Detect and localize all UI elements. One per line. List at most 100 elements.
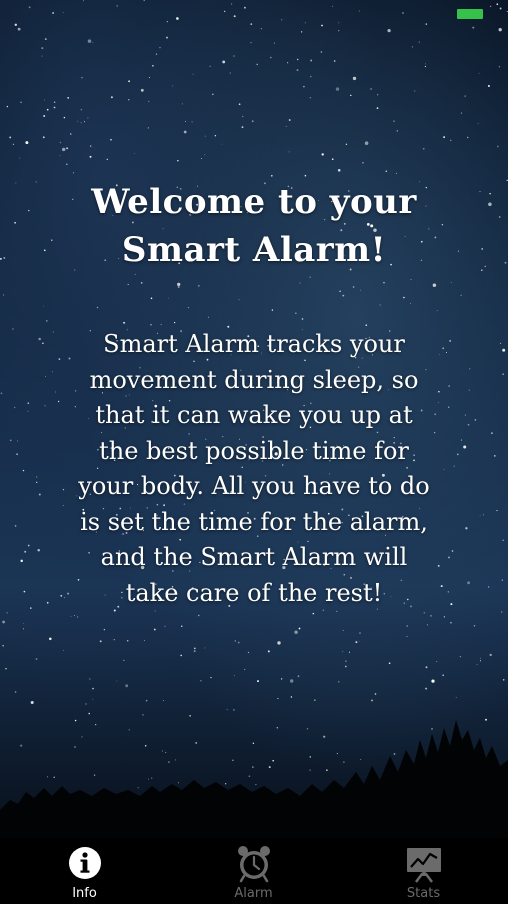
description-line: is set the time for the alarm,: [80, 507, 428, 536]
star: [164, 625, 166, 627]
star: [459, 655, 462, 658]
star: [411, 46, 413, 48]
star: [277, 641, 281, 645]
star: [385, 170, 388, 173]
star: [345, 143, 348, 145]
star: [80, 122, 82, 124]
star: [20, 559, 23, 563]
star: [193, 650, 196, 653]
star: [423, 611, 426, 614]
star: [498, 28, 502, 32]
star: [44, 99, 46, 101]
star: [338, 681, 340, 683]
star: [364, 141, 369, 145]
star: [455, 697, 457, 698]
star: [333, 60, 336, 62]
star: [14, 691, 17, 693]
star: [198, 285, 200, 287]
star: [443, 616, 445, 618]
star: [181, 103, 183, 105]
star: [233, 55, 235, 57]
star: [103, 628, 106, 631]
star: [116, 680, 118, 682]
description-line: movement during sleep, so: [89, 365, 419, 394]
star: [410, 302, 411, 304]
star: [184, 120, 186, 122]
star: [288, 151, 290, 153]
star: [496, 145, 499, 148]
star: [502, 679, 505, 681]
star: [14, 525, 17, 527]
star: [46, 108, 49, 111]
star: [309, 276, 311, 278]
star: [432, 283, 437, 287]
star: [338, 30, 340, 32]
star: [25, 141, 29, 145]
star: [301, 318, 304, 320]
star: [352, 76, 357, 81]
star: [270, 174, 273, 177]
star: [222, 60, 226, 64]
star: [286, 62, 289, 64]
tab-alarm[interactable]: Alarm: [169, 838, 338, 904]
star: [127, 99, 130, 101]
star: [148, 100, 150, 102]
star: [221, 143, 223, 145]
star: [479, 660, 482, 662]
star: [6, 105, 9, 108]
star: [297, 675, 300, 678]
star: [426, 624, 428, 626]
star: [106, 158, 109, 161]
star: [344, 665, 347, 668]
star: [160, 323, 162, 325]
star: [70, 133, 72, 135]
tab-info[interactable]: Info: [0, 838, 169, 904]
star: [41, 47, 44, 50]
star: [140, 88, 144, 92]
star: [77, 616, 79, 618]
tab-stats[interactable]: Stats: [339, 838, 508, 904]
star: [477, 123, 479, 125]
star: [476, 663, 478, 666]
star: [342, 294, 345, 297]
star: [280, 678, 283, 680]
star: [431, 679, 435, 683]
welcome-title-line: Smart Alarm!: [121, 230, 387, 270]
star: [336, 610, 338, 612]
star: [395, 172, 397, 174]
star: [87, 39, 92, 43]
star: [393, 120, 395, 123]
star: [191, 121, 193, 123]
star: [379, 304, 381, 306]
tab-alarm-label: Alarm: [234, 886, 273, 901]
star: [359, 632, 361, 634]
star: [310, 59, 313, 62]
star: [493, 454, 496, 457]
star: [489, 192, 491, 195]
description-line: take care of the rest!: [125, 578, 383, 607]
star: [201, 158, 202, 159]
star: [210, 676, 212, 679]
star: [484, 265, 486, 268]
battery-icon: [457, 9, 483, 19]
info-icon: [68, 847, 101, 879]
star: [174, 322, 176, 324]
star: [425, 666, 428, 669]
star: [460, 294, 462, 296]
star: [478, 72, 480, 74]
star: [83, 121, 86, 123]
star: [310, 75, 312, 78]
star: [414, 90, 416, 92]
star: [430, 614, 432, 617]
star: [502, 348, 506, 352]
star: [502, 539, 505, 542]
star: [140, 282, 143, 284]
star: [144, 640, 145, 642]
star: [425, 687, 428, 690]
star: [260, 28, 262, 30]
tab-bar: Info Alarm Stats: [0, 838, 508, 904]
star: [348, 651, 351, 653]
star: [77, 120, 79, 122]
star: [59, 141, 62, 144]
star: [16, 440, 18, 442]
